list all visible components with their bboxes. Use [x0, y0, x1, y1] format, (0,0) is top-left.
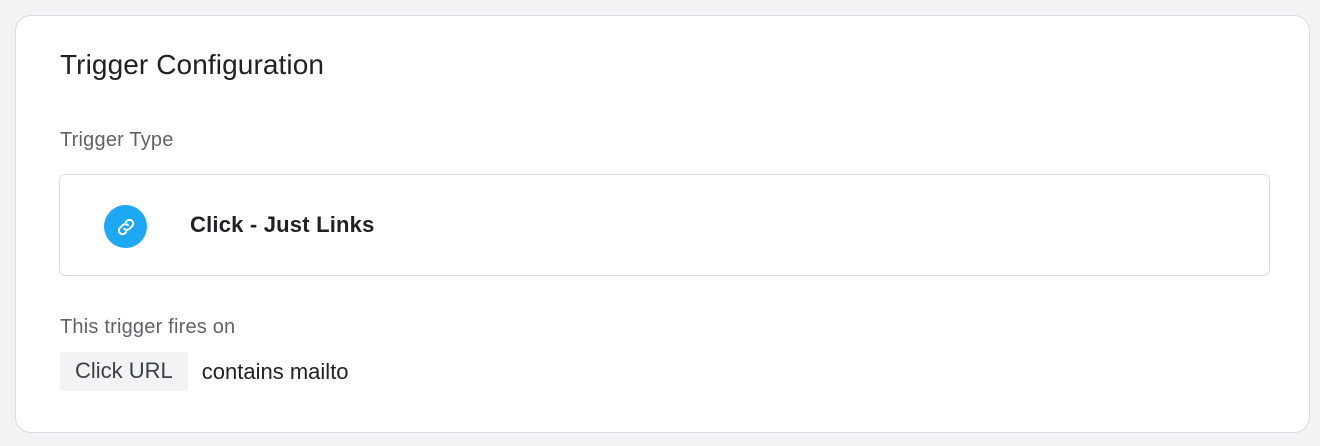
trigger-type-label: Trigger Type: [60, 129, 174, 151]
card-title: Trigger Configuration: [60, 49, 325, 80]
trigger-configuration-card: Trigger Configuration Trigger Type Click…: [15, 15, 1310, 433]
trigger-type-selector[interactable]: Click - Just Links: [59, 174, 1270, 276]
condition-variable-chip: Click URL: [60, 352, 188, 391]
condition-text: contains mailto: [201, 358, 349, 384]
trigger-type-name: Click - Just Links: [190, 212, 375, 237]
link-icon: [104, 205, 147, 248]
fires-on-label: This trigger fires on: [60, 316, 236, 338]
trigger-condition: Click URL contains mailto: [60, 352, 349, 391]
